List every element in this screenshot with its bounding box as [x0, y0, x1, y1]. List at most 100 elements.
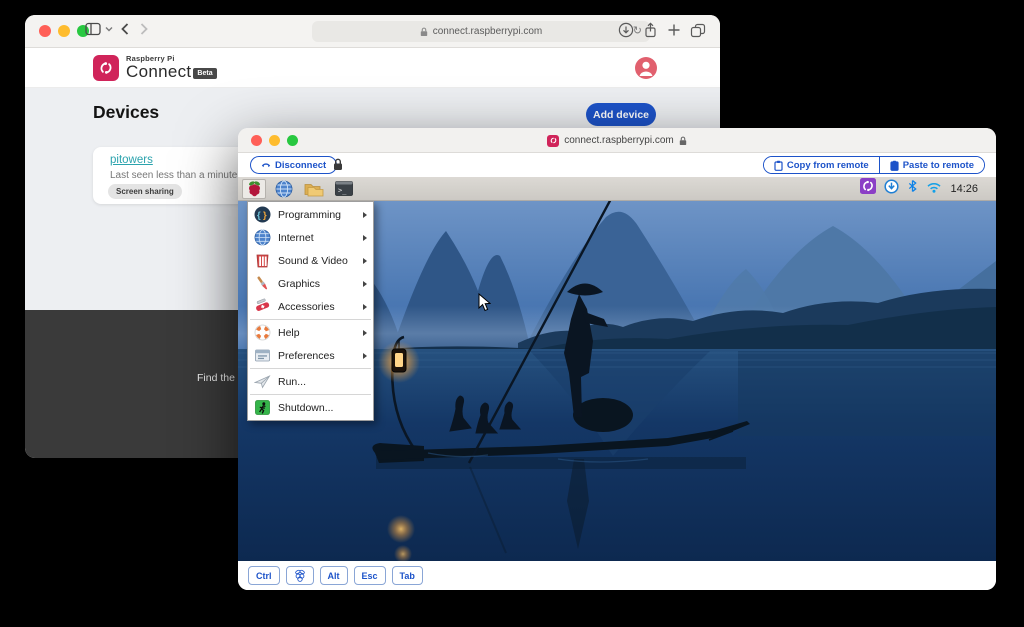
share-icon: [643, 22, 658, 38]
sidebar-chevron[interactable]: [105, 26, 113, 32]
wifi-icon: [926, 180, 942, 193]
browser-toolbar: connect.raspberrypi.com ↻: [25, 15, 720, 48]
pi-taskbar: >_: [238, 177, 996, 201]
raspberry-icon: [247, 180, 262, 197]
menu-item-accessories[interactable]: Accessories: [248, 295, 373, 318]
forward-button[interactable]: [139, 22, 149, 36]
menu-item-preferences[interactable]: Preferences: [248, 344, 373, 367]
close-button[interactable]: [39, 25, 51, 37]
device-last-seen: Last seen less than a minute ago: [110, 170, 257, 181]
menu-item-graphics[interactable]: Graphics: [248, 272, 373, 295]
terminal-launcher[interactable]: >_: [332, 179, 356, 199]
alt-key-button[interactable]: Alt: [320, 566, 348, 585]
tabs-icon: [690, 23, 706, 38]
paste-to-remote-label: Paste to remote: [903, 160, 974, 171]
web-browser-launcher[interactable]: [272, 179, 296, 199]
menu-item-run[interactable]: Run...: [248, 370, 373, 393]
esc-key-button[interactable]: Esc: [354, 566, 386, 585]
shutdown-icon: [254, 399, 271, 416]
menu-item-shutdown[interactable]: Shutdown...: [248, 396, 373, 419]
svg-text:{: {: [257, 210, 261, 221]
connect-logo[interactable]: Raspberry Pi ConnectBeta: [93, 55, 217, 81]
share-button[interactable]: [643, 22, 658, 43]
address-bar[interactable]: connect.raspberrypi.com ↻: [312, 21, 650, 42]
download-icon: [618, 22, 634, 38]
update-icon: [884, 179, 899, 194]
sidebar-toggle[interactable]: [85, 22, 103, 36]
programming-icon: { }: [254, 206, 271, 223]
menu-separator: [250, 368, 371, 369]
browser-window-remote-session: connect.raspberrypi.com Disconnect: [238, 128, 996, 590]
submenu-arrow-icon: [363, 235, 367, 241]
run-icon: [254, 373, 271, 390]
menu-separator: [250, 319, 371, 320]
tab-key-button[interactable]: Tab: [392, 566, 423, 585]
copy-from-remote-label: Copy from remote: [787, 160, 869, 171]
help-icon: [254, 324, 271, 341]
terminal-icon: >_: [335, 181, 353, 196]
accessories-icon: [254, 298, 271, 315]
add-device-button[interactable]: Add device: [586, 103, 656, 126]
menu-item-programming[interactable]: { } Programming: [248, 203, 373, 226]
pi-menu-button[interactable]: [242, 179, 266, 199]
submenu-arrow-icon: [363, 304, 367, 310]
beta-badge: Beta: [193, 68, 216, 79]
new-tab-button[interactable]: [667, 23, 681, 42]
site-header: Raspberry Pi ConnectBeta: [25, 48, 720, 88]
copy-from-remote-button[interactable]: Copy from remote: [764, 157, 879, 173]
connect-favicon: [547, 135, 559, 147]
graphics-icon: [254, 275, 271, 292]
clipboard-buttons: Copy from remote Paste to remote: [763, 156, 985, 174]
paste-to-remote-button[interactable]: Paste to remote: [879, 157, 984, 173]
menu-item-help[interactable]: Help: [248, 321, 373, 344]
device-link[interactable]: pitowers: [110, 154, 153, 166]
screen-sharing-badge: Screen sharing: [108, 184, 182, 199]
back-button[interactable]: [120, 22, 130, 36]
disconnect-button[interactable]: Disconnect: [250, 156, 337, 174]
chevron-down-icon: [105, 26, 113, 32]
sound-video-icon: [254, 252, 271, 269]
ctrl-key-button[interactable]: Ctrl: [248, 566, 280, 585]
remote-desktop-view[interactable]: { } Programming Internet: [238, 201, 996, 561]
raspberry-icon: [294, 569, 306, 583]
wifi-tray-icon[interactable]: [926, 180, 942, 198]
file-manager-launcher[interactable]: [302, 179, 326, 199]
user-icon: [635, 57, 657, 79]
mouse-cursor: [478, 293, 491, 312]
minimize-button[interactable]: [58, 25, 70, 37]
url-text: connect.raspberrypi.com: [433, 26, 543, 37]
downloads-button[interactable]: [618, 22, 634, 43]
hang-up-phone-icon: [261, 161, 271, 169]
bluetooth-icon: [907, 179, 918, 193]
svg-text:>_: >_: [338, 187, 347, 195]
menu-item-internet[interactable]: Internet: [248, 226, 373, 249]
submenu-arrow-icon: [363, 212, 367, 218]
account-avatar[interactable]: [635, 57, 657, 79]
window-titlebar: connect.raspberrypi.com: [238, 128, 996, 153]
pi-applications-menu: { } Programming Internet: [247, 201, 374, 421]
taskbar-clock[interactable]: 14:26: [950, 183, 978, 195]
bluetooth-tray-icon[interactable]: [907, 179, 918, 198]
traffic-lights: [39, 25, 89, 37]
session-secure-lock: [333, 158, 343, 176]
plus-icon: [667, 23, 681, 37]
raspberry-key-button[interactable]: [286, 566, 314, 585]
chevron-left-icon: [120, 22, 130, 36]
folders-icon: [304, 181, 324, 197]
clipboard-icon: [890, 160, 899, 171]
connect-logo-icon: [93, 55, 119, 81]
window-title-url: connect.raspberrypi.com: [564, 135, 674, 146]
tab-overview-button[interactable]: [690, 23, 706, 43]
menu-item-sound-video[interactable]: Sound & Video: [248, 249, 373, 272]
lock-icon: [420, 27, 428, 37]
disconnect-label: Disconnect: [275, 160, 326, 171]
page-title: Devices: [93, 102, 159, 123]
submenu-arrow-icon: [363, 281, 367, 287]
submenu-arrow-icon: [363, 330, 367, 336]
submenu-arrow-icon: [363, 258, 367, 264]
preferences-icon: [254, 347, 271, 364]
submenu-arrow-icon: [363, 353, 367, 359]
clipboard-icon: [774, 160, 783, 171]
updater-tray-icon[interactable]: [884, 179, 899, 199]
connect-tray-icon[interactable]: [860, 178, 876, 199]
